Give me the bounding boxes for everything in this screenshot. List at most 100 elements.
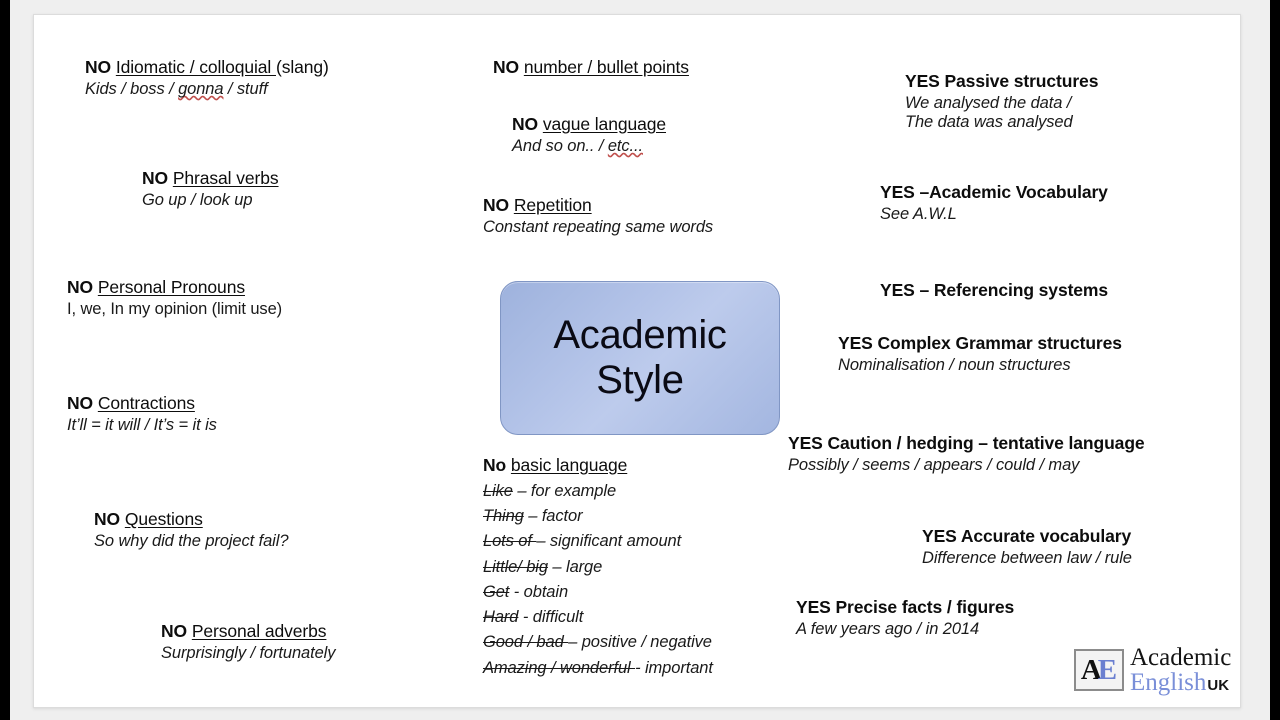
basic-language-row: Little/ big – large [483,555,713,580]
logo-word-uk: UK [1207,677,1230,694]
yes-passive-structures: YES Passive structures We analysed the d… [905,71,1098,132]
good-word: significant amount [549,532,682,551]
rule-adverbs-heading: NO Personal adverbs [161,621,335,642]
basic-language-row: Get - obtain [483,580,713,605]
good-word: for example [530,482,617,500]
good-word: difficult [532,608,584,627]
yes-complex-grammar: YES Complex Grammar structures Nominalis… [838,333,1122,375]
rule-topic: Questions [124,509,203,529]
rule-personal-adverbs: NO Personal adverbs Surprisingly / fortu… [161,621,336,663]
rule-topic: vague language [542,114,666,134]
basic-language-row: Good / bad – positive / negative [483,630,713,655]
row-separator: - [635,658,645,677]
good-word: positive / negative [581,633,712,652]
yes-heading: YES Complex Grammar structures [838,333,1122,353]
row-separator: – [536,532,550,551]
no-tag: NO [161,621,188,641]
callout-line-2: Style [596,358,684,402]
rule-questions: NO Questions So why did the project fail… [94,509,289,551]
row-separator: – [547,557,566,576]
row-separator: - [518,608,533,627]
rule-personal-pronouns: NO Personal Pronouns I, we, In my opinio… [67,277,282,319]
no-tag: NO [142,168,169,188]
slide-viewer: NO Idiomatic / colloquial (slang) Kids /… [10,0,1270,720]
logo-second-row: English UK [1130,670,1231,695]
rule-basic-language: No basic language Like – for example Thi… [483,455,713,681]
no-tag: NO [67,277,94,297]
no-tag: NO [67,393,94,413]
bad-word: Like [483,482,513,500]
good-word: important [644,658,713,677]
ae-monogram-icon: AE [1074,649,1124,691]
yes-example: We analysed the data / [905,94,1072,112]
monogram-letter-e: E [1097,653,1118,686]
rule-vague-language: NO vague language And so on.. / etc... [512,114,666,156]
yes-precise-facts: YES Precise facts / figures A few years … [796,597,1014,639]
good-word: large [566,557,603,576]
rule-idiomatic: NO Idiomatic / colloquial (slang) Kids /… [85,57,329,99]
rule-bullets-heading: NO number / bullet points [493,57,689,78]
yes-heading: YES – Referencing systems [880,280,1109,300]
rule-repetition: NO Repetition Constant repeating same wo… [483,195,713,237]
rule-contractions: NO Contractions It’ll = it will / It’s =… [67,393,217,435]
rule-topic: Contractions [97,393,195,413]
yes-heading: YES Passive structures [905,71,1099,91]
logo-wordmark: Academic English UK [1130,645,1231,695]
yes-heading: YES Caution / hedging – tentative langua… [788,433,1145,453]
no-tag: NO [493,57,520,77]
viewer-right-bar [1270,0,1280,720]
yes-example: A few years ago / in 2014 [796,620,980,638]
bad-word: Good / bad [483,633,569,652]
yes-example: See A.W.L [880,205,957,223]
yes-accurate-vocabulary: YES Accurate vocabulary Difference betwe… [922,526,1132,568]
bad-word: Thing [483,507,524,526]
viewer-left-bar [0,0,10,720]
yes-referencing-systems: YES – Referencing systems [880,280,1108,301]
no-tag: NO [85,57,112,77]
rule-repetition-heading: NO Repetition [483,195,713,216]
row-separator: – [523,507,542,526]
rule-vague-heading: NO vague language [512,114,666,135]
logo-word-academic: Academic [1130,644,1232,671]
yes-heading: YES –Academic Vocabulary [880,182,1108,202]
rule-vague-example: And so on.. / etc... [512,137,643,155]
rule-questions-heading: NO Questions [94,509,288,530]
good-word: factor [541,507,583,526]
rule-contractions-heading: NO Contractions [67,393,217,414]
bad-word: Hard [483,608,519,627]
bad-word: Amazing / wonderful [483,658,636,677]
yes-academic-vocabulary: YES –Academic Vocabulary See A.W.L [880,182,1108,224]
academic-style-callout: Academic Style [500,281,780,435]
rule-pronouns-heading: NO Personal Pronouns [67,277,282,298]
academic-english-uk-logo: AE Academic English UK [1074,645,1231,695]
yes-example: Difference between law / rule [922,549,1132,567]
no-tag: NO [483,195,510,215]
row-separator: – [512,482,531,500]
rule-topic: basic language [510,455,628,475]
no-tag: No [483,455,507,475]
row-separator: - [509,582,524,601]
basic-language-row: Thing – factor [483,504,713,529]
rule-phrasal-example: Go up / look up [142,191,253,209]
rule-topic: Phrasal verbs [172,168,279,188]
spellcheck-word: etc... [607,137,643,155]
yes-example: Nominalisation / noun structures [838,356,1071,374]
basic-language-row: Like – for example [483,479,713,504]
row-separator: – [568,633,582,652]
logo-word-english: English [1130,669,1207,696]
yes-example-2: The data was analysed [905,113,1073,131]
spellcheck-word: gonna [178,80,224,98]
yes-example: Possibly / seems / appears / could / may [788,456,1080,474]
no-tag: NO [94,509,121,529]
callout-line-1: Academic [553,313,727,358]
basic-language-row: Lots of – significant amount [483,529,713,554]
rule-trail: (slang) [275,57,329,77]
rule-topic: Repetition [513,195,592,215]
slide-canvas: NO Idiomatic / colloquial (slang) Kids /… [33,14,1241,708]
bad-word: Little/ big [483,557,548,576]
rule-idiomatic-heading: NO Idiomatic / colloquial (slang) [85,57,329,78]
rule-topic: Personal adverbs [191,621,327,641]
rule-topic: Idiomatic / colloquial [115,57,276,77]
rule-topic: number / bullet points [523,57,689,77]
no-tag: NO [512,114,539,134]
